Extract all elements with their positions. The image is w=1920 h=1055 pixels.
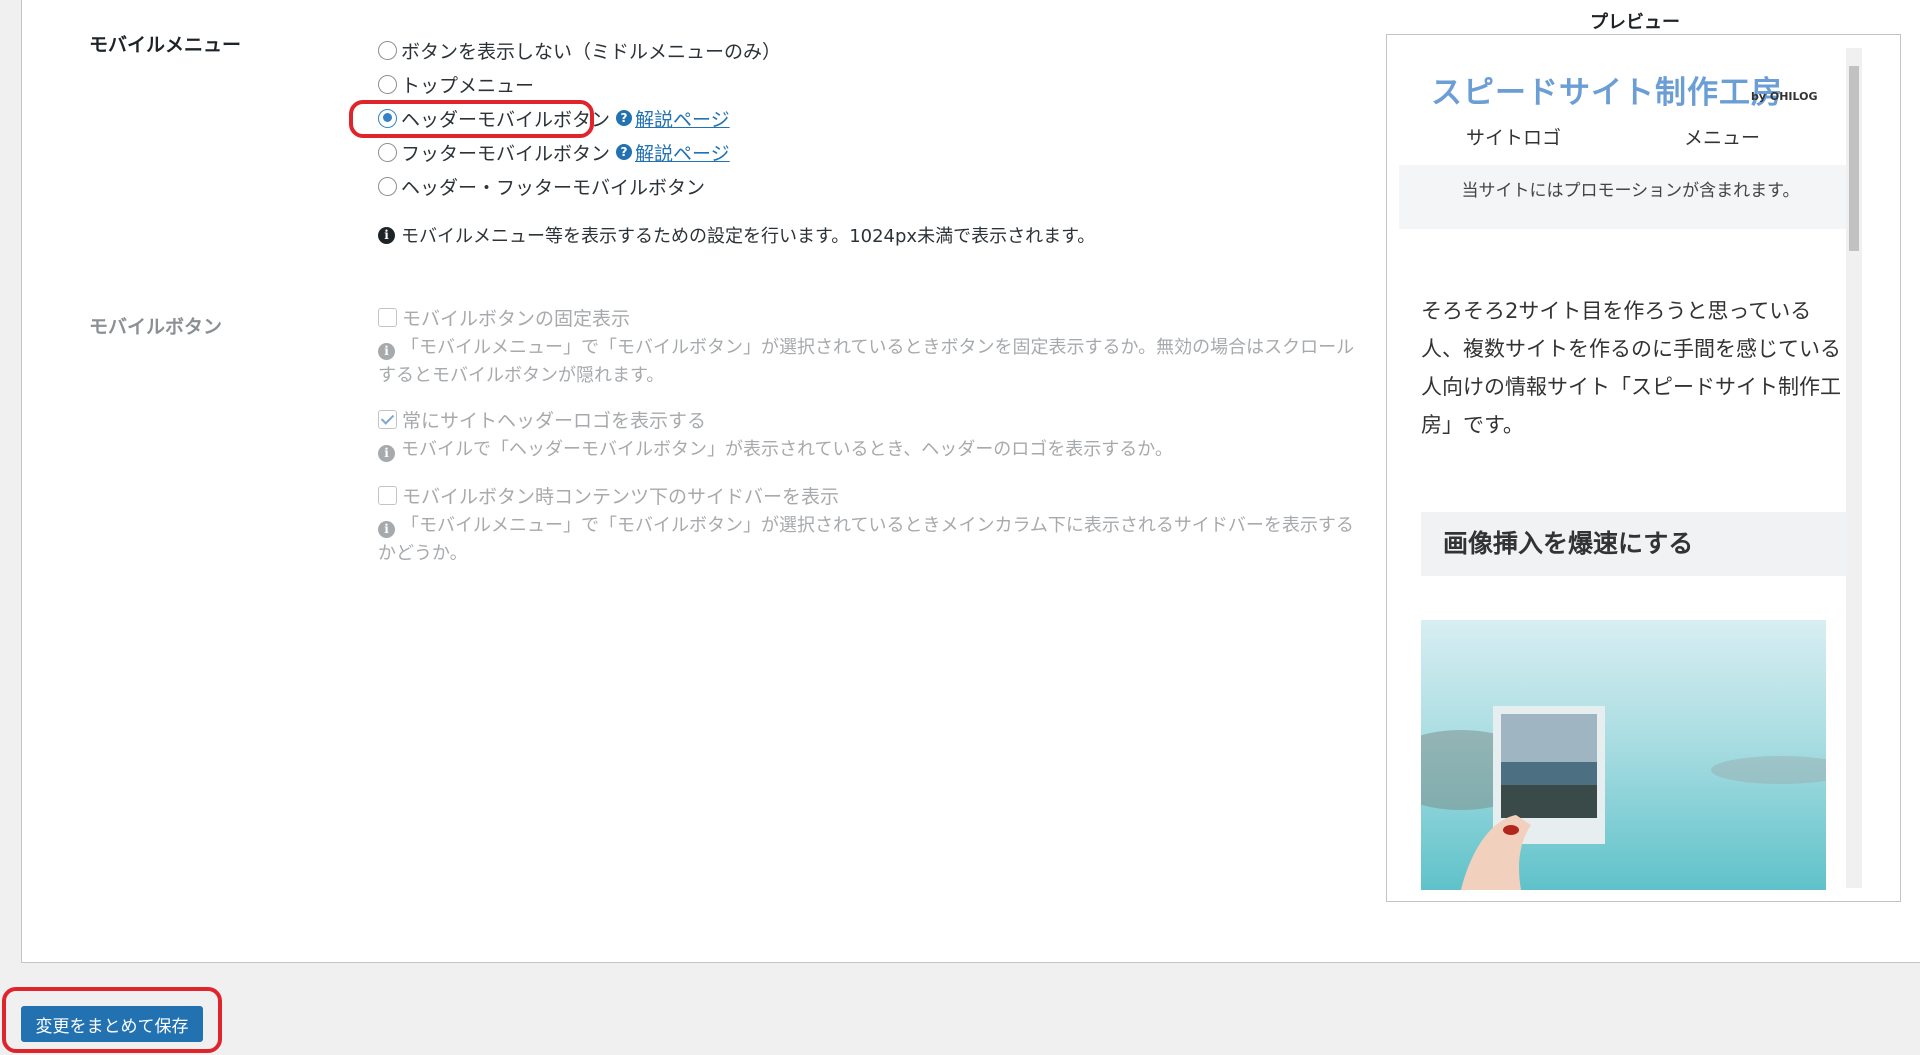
info-circle-icon: i [378,226,395,244]
preview-site-header: スピードサイト制作工房 by OHILOG サイトロゴ メニュー [1399,47,1862,165]
checkbox-always-logo[interactable]: 常にサイトヘッダーロゴを表示する [378,405,706,433]
radio-button[interactable] [378,40,397,60]
checkbox-checked[interactable] [378,409,397,429]
radio-label: フッターモバイルボタン [401,142,611,165]
radio-button[interactable] [378,176,397,196]
mobile-button-label: モバイルボタン [89,316,223,338]
question-circle-icon: ? [616,144,633,160]
preview-body-text: そろそろ2サイト目を作ろうと思っている人、複数サイトを作るのに手間を感じている人… [1421,299,1841,437]
info-circle-icon: i [378,521,395,538]
preview-site-logo: スピードサイト制作工房 [1431,75,1783,111]
checkbox-label: モバイルボタンの固定表示 [402,307,631,330]
checkbox[interactable] [378,307,397,327]
checkbox-fixed-display[interactable]: モバイルボタンの固定表示 [378,303,630,331]
save-all-button[interactable]: 変更をまとめて保存 [21,1006,203,1042]
checkbox-label: 常にサイトヘッダーロゴを表示する [402,409,707,432]
note-text: モバイルメニュー等を表示するための設定を行います。1024px未満で表示されます… [401,226,1096,247]
radio-label: トップメニュー [401,74,535,97]
radio-button[interactable] [378,142,397,162]
help-page-link[interactable]: 解説ページ [635,139,730,166]
description-text: モバイルで「ヘッダーモバイルボタン」が表示されているとき、ヘッダーのロゴを表示す… [401,439,1173,460]
fixed-display-description: i 「モバイルメニュー」で「モバイルボタン」が選択されているときボタンを固定表示す… [378,334,1363,390]
help-page-link[interactable]: 解説ページ [635,105,730,132]
highlight-ring [349,100,594,138]
preview-promo-bar: 当サイトにはプロモーションが含まれます。 [1399,165,1862,229]
mobile-menu-note: i モバイルメニュー等を表示するための設定を行います。1024px未満で表示され… [378,222,1095,248]
preview-viewport: スピードサイト制作工房 by OHILOG サイトロゴ メニュー 当サイトにはプ… [1399,47,1862,897]
radio-button[interactable] [378,74,397,94]
radio-option-footer-mobile-button[interactable]: フッターモバイルボタン ? 解説ページ [378,138,730,166]
checkbox[interactable] [378,485,397,505]
scrollbar-thumb[interactable] [1849,66,1859,251]
radio-option-top-menu[interactable]: トップメニュー [378,70,534,98]
preview-frame[interactable]: スピードサイト制作工房 by OHILOG サイトロゴ メニュー 当サイトにはプ… [1386,34,1901,902]
preview-nav-logo: サイトロゴ [1466,127,1562,149]
preview-heading: 画像挿入を爆速にする [1421,512,1848,576]
radio-label: ヘッダー・フッターモバイルボタン [401,176,706,199]
description-text: 「モバイルメニュー」で「モバイルボタン」が選択されているときボタンを固定表示する… [378,337,1355,386]
preview-logo-by: by OHILOG [1751,90,1818,103]
question-circle-icon: ? [616,110,633,126]
sidebar-below-description: i 「モバイルメニュー」で「モバイルボタン」が選択されているときメインカラム下に表… [378,512,1363,568]
description-text: 「モバイルメニュー」で「モバイルボタン」が選択されているときメインカラム下に表示… [378,515,1354,564]
radio-option-no-button[interactable]: ボタンを表示しない（ミドルメニューのみ） [378,36,781,64]
checkbox-label: モバイルボタン時コンテンツ下のサイドバーを表示 [402,485,840,508]
preview-title: プレビュー [1590,12,1680,33]
always-logo-description: i モバイルで「ヘッダーモバイルボタン」が表示されているとき、ヘッダーのロゴを表示… [378,436,1363,464]
radio-option-header-footer-mobile-button[interactable]: ヘッダー・フッターモバイルボタン [378,172,705,200]
preview-scrollbar[interactable] [1846,48,1862,888]
preview-photo [1421,620,1826,890]
radio-label: ボタンを表示しない（ミドルメニューのみ） [401,40,782,63]
mobile-menu-label: モバイルメニュー [89,34,242,56]
checkbox-sidebar-below[interactable]: モバイルボタン時コンテンツ下のサイドバーを表示 [378,481,839,509]
info-circle-icon: i [378,343,395,360]
preview-nav-menu: メニュー [1684,127,1761,149]
info-circle-icon: i [378,445,395,462]
